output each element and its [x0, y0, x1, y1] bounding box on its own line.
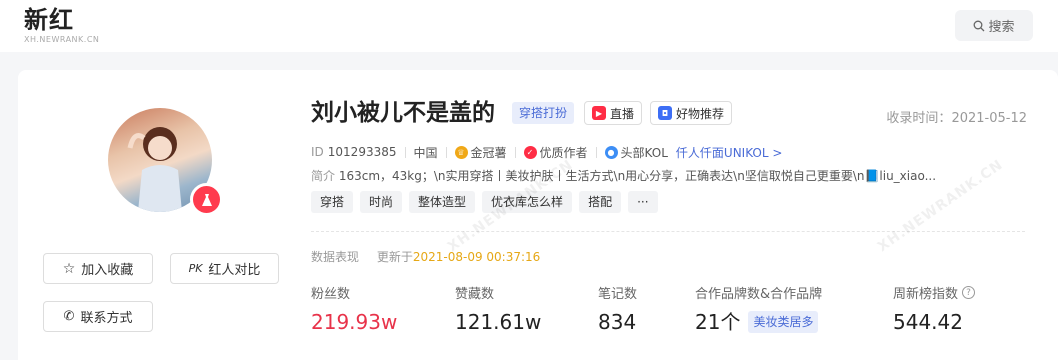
- badge-top-kol: 头部KOL: [620, 145, 668, 160]
- contact-label: 联系方式: [80, 311, 133, 326]
- record-label: 收录时间：: [886, 111, 952, 126]
- bio: 简介 163cm，43kg；\n实用穿搭丨美妆护肤丨生活方式\n用心分享，正确表…: [311, 167, 1026, 184]
- compare-label: 红人对比: [208, 263, 261, 278]
- top-kol-icon: ●: [604, 145, 618, 159]
- stat-label-fans: 粉丝数: [311, 287, 351, 302]
- stat-value-brands: 21个: [695, 310, 741, 334]
- id-value: 101293385: [327, 145, 397, 159]
- performance-title: 数据表现: [311, 250, 360, 264]
- add-favorite-label: 加入收藏: [81, 263, 134, 278]
- live-pill[interactable]: ▶ 直播: [584, 101, 643, 125]
- stat-value-likes: 121.61w: [455, 310, 542, 334]
- tag-list: 穿搭 时尚 整体造型 优衣库怎么样 搭配 ···: [311, 191, 658, 213]
- updated-time: 2021-08-09 00:37:16: [412, 250, 541, 264]
- stat-value-notes: 834: [598, 310, 637, 334]
- tag-item[interactable]: 搭配: [579, 191, 622, 213]
- more-tags-button[interactable]: ···: [628, 191, 658, 213]
- stat-label-notes: 笔记数: [598, 287, 638, 302]
- stat-value-fans: 219.93w: [311, 310, 398, 334]
- tag-item[interactable]: 整体造型: [409, 191, 476, 213]
- phone-icon: ✆: [63, 309, 75, 324]
- search-label: 搜索: [988, 20, 1015, 35]
- goods-recommend-label: 好物推荐: [676, 106, 725, 121]
- star-icon: ☆: [62, 260, 76, 277]
- shop-bag-icon: ◘: [658, 106, 672, 120]
- id-label: ID: [311, 145, 324, 159]
- record-date: 2021-05-12: [951, 111, 1027, 126]
- bio-text: 163cm，43kg；\n实用穿搭丨美妆护肤丨生活方式\n用心分享，正确表达\n…: [338, 169, 937, 183]
- brand-category-tag: 美妆类居多: [748, 311, 819, 333]
- stat-label-weekly-index: 周新榜指数 ?: [893, 283, 976, 302]
- quality-author-icon: ✓: [523, 145, 537, 159]
- logo-subtext: XH.NEWRANK.CN: [24, 35, 100, 44]
- record-time: 收录时间：2021-05-12: [886, 107, 1027, 126]
- red-badge-icon: [190, 183, 223, 216]
- category-tag: 穿搭打扮: [512, 102, 575, 124]
- search-button[interactable]: 搜索: [955, 10, 1033, 41]
- tag-item[interactable]: 穿搭: [311, 191, 354, 213]
- profile-name: 刘小被儿不是盖的: [311, 100, 495, 126]
- performance-header: 数据表现 更新于2021-08-09 00:37:16: [311, 248, 540, 265]
- gold-crown-icon: ♕: [454, 145, 468, 159]
- weekly-index-label: 周新榜指数: [893, 287, 959, 302]
- unikol-link[interactable]: 仟人仟面UNIKOL >: [676, 144, 783, 161]
- profile-card: ☆ 加入收藏 PK 红人对比 ✆ 联系方式 刘小被儿不是盖的 穿搭打扮 ▶ 直播…: [18, 70, 1058, 360]
- add-favorite-button[interactable]: ☆ 加入收藏: [43, 253, 153, 284]
- live-label: 直播: [610, 106, 635, 121]
- bio-label: 简介: [311, 169, 336, 183]
- region: 中国: [413, 145, 438, 160]
- badge-gold-crown: 金冠薯: [470, 145, 507, 160]
- live-icon: ▶: [592, 106, 606, 120]
- tag-item[interactable]: 时尚: [360, 191, 403, 213]
- logo-text: 新红: [24, 6, 74, 34]
- contact-button[interactable]: ✆ 联系方式: [43, 301, 153, 332]
- top-bar: 新红 XH.NEWRANK.CN 搜索: [0, 0, 1058, 52]
- compare-button[interactable]: PK 红人对比: [170, 253, 279, 284]
- help-icon[interactable]: ?: [962, 286, 976, 299]
- search-icon: [974, 20, 985, 31]
- stat-label-brands: 合作品牌数&合作品牌: [695, 287, 823, 302]
- meta-row: ID 101293385 中国 ♕ 金冠薯 ✓ 优质作者 ● 头部KOL 仟人仟…: [311, 143, 782, 161]
- logo[interactable]: 新红 XH.NEWRANK.CN: [24, 6, 99, 44]
- stat-brands: 21个 美妆类居多: [695, 308, 819, 336]
- stat-value-weekly-index: 544.42: [893, 310, 963, 334]
- updated-label: 更新于: [376, 250, 413, 264]
- goods-recommend-pill[interactable]: ◘ 好物推荐: [650, 101, 733, 125]
- stat-label-likes: 赞藏数: [455, 287, 495, 302]
- pk-icon: PK: [188, 262, 203, 275]
